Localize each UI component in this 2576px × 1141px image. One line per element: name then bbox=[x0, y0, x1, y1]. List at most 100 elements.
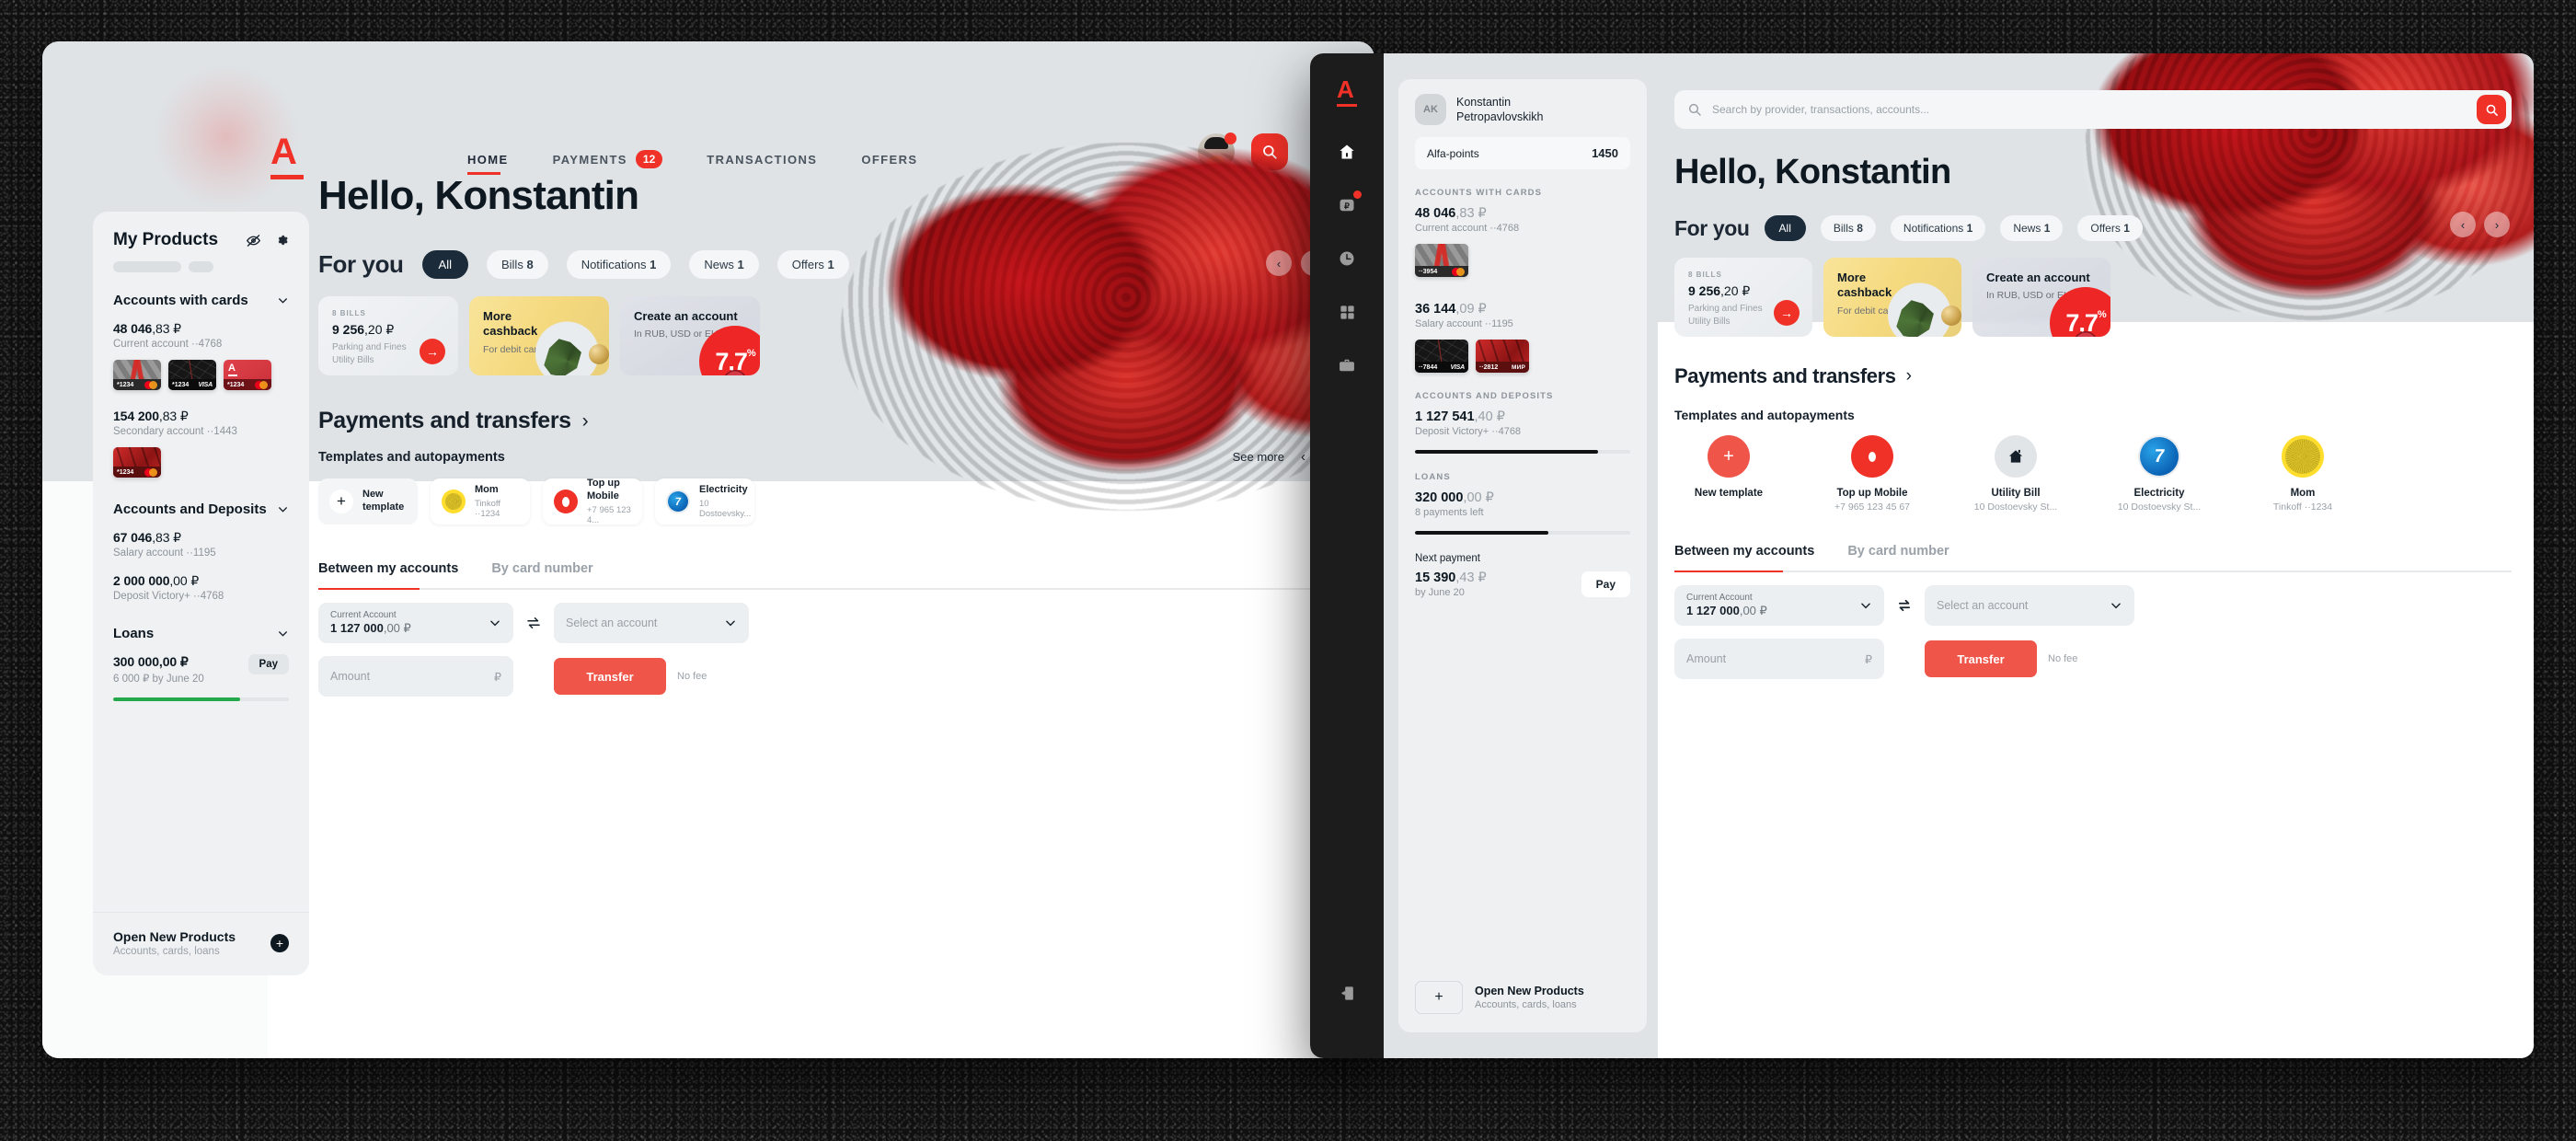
filter-chip-offers[interactable]: Offers 1 bbox=[2077, 215, 2143, 241]
amount-input[interactable]: Amount ₽ bbox=[1674, 639, 1884, 679]
filter-chip-bills[interactable]: Bills 8 bbox=[486, 250, 548, 279]
hide-balance-icon[interactable] bbox=[246, 233, 261, 248]
rail-item-history[interactable] bbox=[1335, 247, 1359, 271]
loan-item[interactable]: 320 000,00 ₽ 8 payments left bbox=[1415, 490, 1630, 535]
tab-by-card-number[interactable]: By card number bbox=[1847, 544, 1949, 559]
loyalty-points[interactable]: Alfa-points 1450 bbox=[1415, 137, 1630, 169]
promo-card-create-account[interactable]: Create an account In RUB, USD or EUR 7,7… bbox=[1972, 258, 2110, 337]
card-thumbnail[interactable]: ··3954 bbox=[1415, 244, 1468, 277]
chip-label: All bbox=[1778, 222, 1791, 235]
transfer-button[interactable]: Transfer bbox=[1925, 640, 2037, 677]
amount-input[interactable]: Amount ₽ bbox=[318, 656, 513, 697]
promo-card-cashback[interactable]: More cashback For debit card bbox=[1823, 258, 1961, 337]
template-utility-bill[interactable]: Utility Bill 10 Dostoevsky St... bbox=[1961, 435, 2070, 513]
card-thumbnail[interactable]: *1234 VISA bbox=[168, 360, 216, 390]
deposit-item[interactable]: 67 046,83 ₽ Salary account ··1195 bbox=[113, 530, 289, 559]
payments-and-transfers-header[interactable]: Payments and transfers › bbox=[1674, 364, 1912, 388]
deposit-progress-bar bbox=[1415, 450, 1630, 454]
rail-item-payments[interactable]: ₽ bbox=[1335, 190, 1362, 217]
open-new-products[interactable]: Open New Products Accounts, cards, loans… bbox=[93, 912, 309, 975]
pay-button[interactable]: Pay bbox=[1581, 571, 1630, 597]
brand-logo[interactable]: A bbox=[270, 133, 304, 179]
plus-icon[interactable]: + bbox=[270, 934, 289, 952]
account-item[interactable]: 48 046,83 ₽ Current account ··4768 ··395… bbox=[1415, 206, 1630, 277]
rail-item-home[interactable] bbox=[1335, 140, 1359, 164]
carousel-prev-button[interactable]: ‹ bbox=[1266, 250, 1292, 276]
gear-icon[interactable] bbox=[274, 233, 289, 248]
filter-chip-notifications[interactable]: Notifications 1 bbox=[1890, 215, 1986, 241]
promo-card-create-account[interactable]: Create an account In RUB, USD or EUR 7,7… bbox=[620, 296, 760, 375]
loan-item[interactable]: 300 000,00 ₽ 6 000 ₽ by June 20 Pay bbox=[113, 654, 289, 685]
tab-between-my-accounts[interactable]: Between my accounts bbox=[1674, 544, 1814, 559]
swap-accounts-button[interactable] bbox=[1884, 585, 1925, 626]
tab-between-my-accounts[interactable]: Between my accounts bbox=[318, 561, 458, 576]
rail-item-exit[interactable] bbox=[1335, 981, 1359, 1005]
templates-list: + New template Mom Tinkoff ··1234 Top up M… bbox=[318, 478, 754, 525]
chip-label: News bbox=[704, 258, 734, 271]
plus-icon[interactable]: + bbox=[1415, 981, 1463, 1014]
template-mom[interactable]: Mom Tinkoff ··1234 bbox=[2248, 435, 2357, 513]
account-item[interactable]: 36 144,09 ₽ Salary account ··1195 ··7844… bbox=[1415, 302, 1630, 373]
filter-chip-all[interactable]: All bbox=[421, 250, 468, 279]
account-item[interactable]: 154 200,83 ₽ Secondary account ··1443 *1… bbox=[113, 409, 289, 478]
filter-chip-news[interactable]: News 1 bbox=[2000, 215, 2064, 241]
templates-header: Templates and autopayments See more ‹ › bbox=[318, 449, 1327, 465]
filter-chip-notifications[interactable]: Notifications 1 bbox=[566, 250, 672, 279]
section-loans[interactable]: Loans bbox=[113, 626, 289, 641]
tab-by-card-number[interactable]: By card number bbox=[491, 561, 592, 576]
filter-chip-all[interactable]: All bbox=[1764, 215, 1806, 241]
transfer-from-select[interactable]: Current Account 1 127 000,00 ₽ bbox=[318, 603, 513, 643]
chevron-down-icon bbox=[279, 298, 287, 304]
from-label: Current Account bbox=[330, 610, 397, 620]
promo-card-bills[interactable]: 8 BILLS 9 256,20 ₽ Parking and Fines Util… bbox=[318, 296, 458, 375]
promo-card-bills[interactable]: 8 BILLS 9 256,20 ₽ Parking and Fines Util… bbox=[1674, 258, 1812, 337]
filter-chip-bills[interactable]: Bills 8 bbox=[1820, 215, 1876, 241]
nav-item-transactions[interactable]: TRANSACTIONS bbox=[707, 153, 817, 175]
transfer-to-select[interactable]: Select an account bbox=[1925, 585, 2134, 626]
card-thumbnail[interactable]: *1234 bbox=[113, 447, 161, 478]
deposit-item[interactable]: 2 000 000,00 ₽ Deposit Victory+ ··4768 bbox=[113, 573, 289, 602]
swap-icon bbox=[1898, 599, 1911, 612]
rail-item-briefcase[interactable] bbox=[1335, 353, 1359, 377]
template-electricity[interactable]: 7 Electricity 10 Dostoevsky... bbox=[655, 478, 754, 524]
rail-item-apps[interactable] bbox=[1335, 300, 1359, 324]
arrow-right-icon[interactable]: → bbox=[420, 339, 445, 364]
user-profile[interactable]: AK Konstantin Petropavlovskikh bbox=[1415, 94, 1630, 125]
card-thumbnail[interactable]: ··2812 МИР bbox=[1476, 340, 1529, 373]
promo-card-cashback[interactable]: More cashback For debit card bbox=[469, 296, 609, 375]
deposit-item[interactable]: 1 127 541,40 ₽ Deposit Victory+ ··4768 bbox=[1415, 409, 1630, 454]
transfer-button[interactable]: Transfer bbox=[554, 658, 666, 695]
card-thumbnail[interactable]: A *1234 bbox=[224, 360, 271, 390]
card-thumbnail[interactable]: ··7844 VISA bbox=[1415, 340, 1468, 373]
carousel-prev-button[interactable]: ‹ bbox=[2450, 212, 2476, 237]
carousel-next-button[interactable]: › bbox=[2484, 212, 2510, 237]
loan-pay-button[interactable]: Pay bbox=[247, 654, 289, 674]
template-electricity[interactable]: 7 Electricity 10 Dostoevsky St... bbox=[2105, 435, 2214, 513]
account-item[interactable]: 48 046,83 ₽ Current account ··4768 *1234… bbox=[113, 321, 289, 390]
transfer-to-select[interactable]: Select an account bbox=[554, 603, 749, 643]
bills-sub-line1: Parking and Fines bbox=[1688, 304, 1763, 314]
swap-accounts-button[interactable] bbox=[513, 603, 554, 643]
filter-chip-offers[interactable]: Offers 1 bbox=[776, 250, 849, 279]
currency-symbol: ₽ bbox=[494, 670, 501, 684]
brand-logo[interactable]: A bbox=[1337, 77, 1357, 107]
filter-chip-news[interactable]: News 1 bbox=[689, 250, 759, 279]
nav-item-home[interactable]: HOME bbox=[467, 153, 509, 175]
section-accounts-with-cards[interactable]: Accounts with cards bbox=[113, 293, 289, 308]
arrow-right-icon[interactable]: → bbox=[1774, 300, 1800, 326]
card-thumbnail[interactable]: *1234 bbox=[113, 360, 161, 390]
template-mom[interactable]: Mom Tinkoff ··1234 bbox=[431, 478, 530, 524]
template-new[interactable]: + New template bbox=[1674, 435, 1783, 513]
payments-and-transfers-header[interactable]: Payments and transfers › bbox=[318, 408, 589, 434]
search-input[interactable]: Search by provider, transactions, accoun… bbox=[1674, 90, 2512, 129]
section-accounts-and-deposits[interactable]: Accounts and Deposits bbox=[113, 501, 289, 517]
template-new[interactable]: + New template bbox=[318, 478, 418, 524]
see-more-link[interactable]: See more bbox=[1233, 450, 1284, 464]
search-button[interactable] bbox=[2477, 95, 2506, 124]
section-title: Loans bbox=[113, 626, 155, 641]
open-new-products[interactable]: + Open New Products Accounts, cards, loa… bbox=[1415, 981, 1630, 1014]
transfer-from-select[interactable]: Current Account 1 127 000,00 ₽ bbox=[1674, 585, 1884, 626]
template-top-up-mobile[interactable]: Top up Mobile +7 965 123 45 67 bbox=[1818, 435, 1926, 513]
template-top-up-mobile[interactable]: Top up Mobile +7 965 123 4... bbox=[543, 478, 642, 525]
templates-prev-button[interactable]: ‹ bbox=[1301, 449, 1305, 465]
